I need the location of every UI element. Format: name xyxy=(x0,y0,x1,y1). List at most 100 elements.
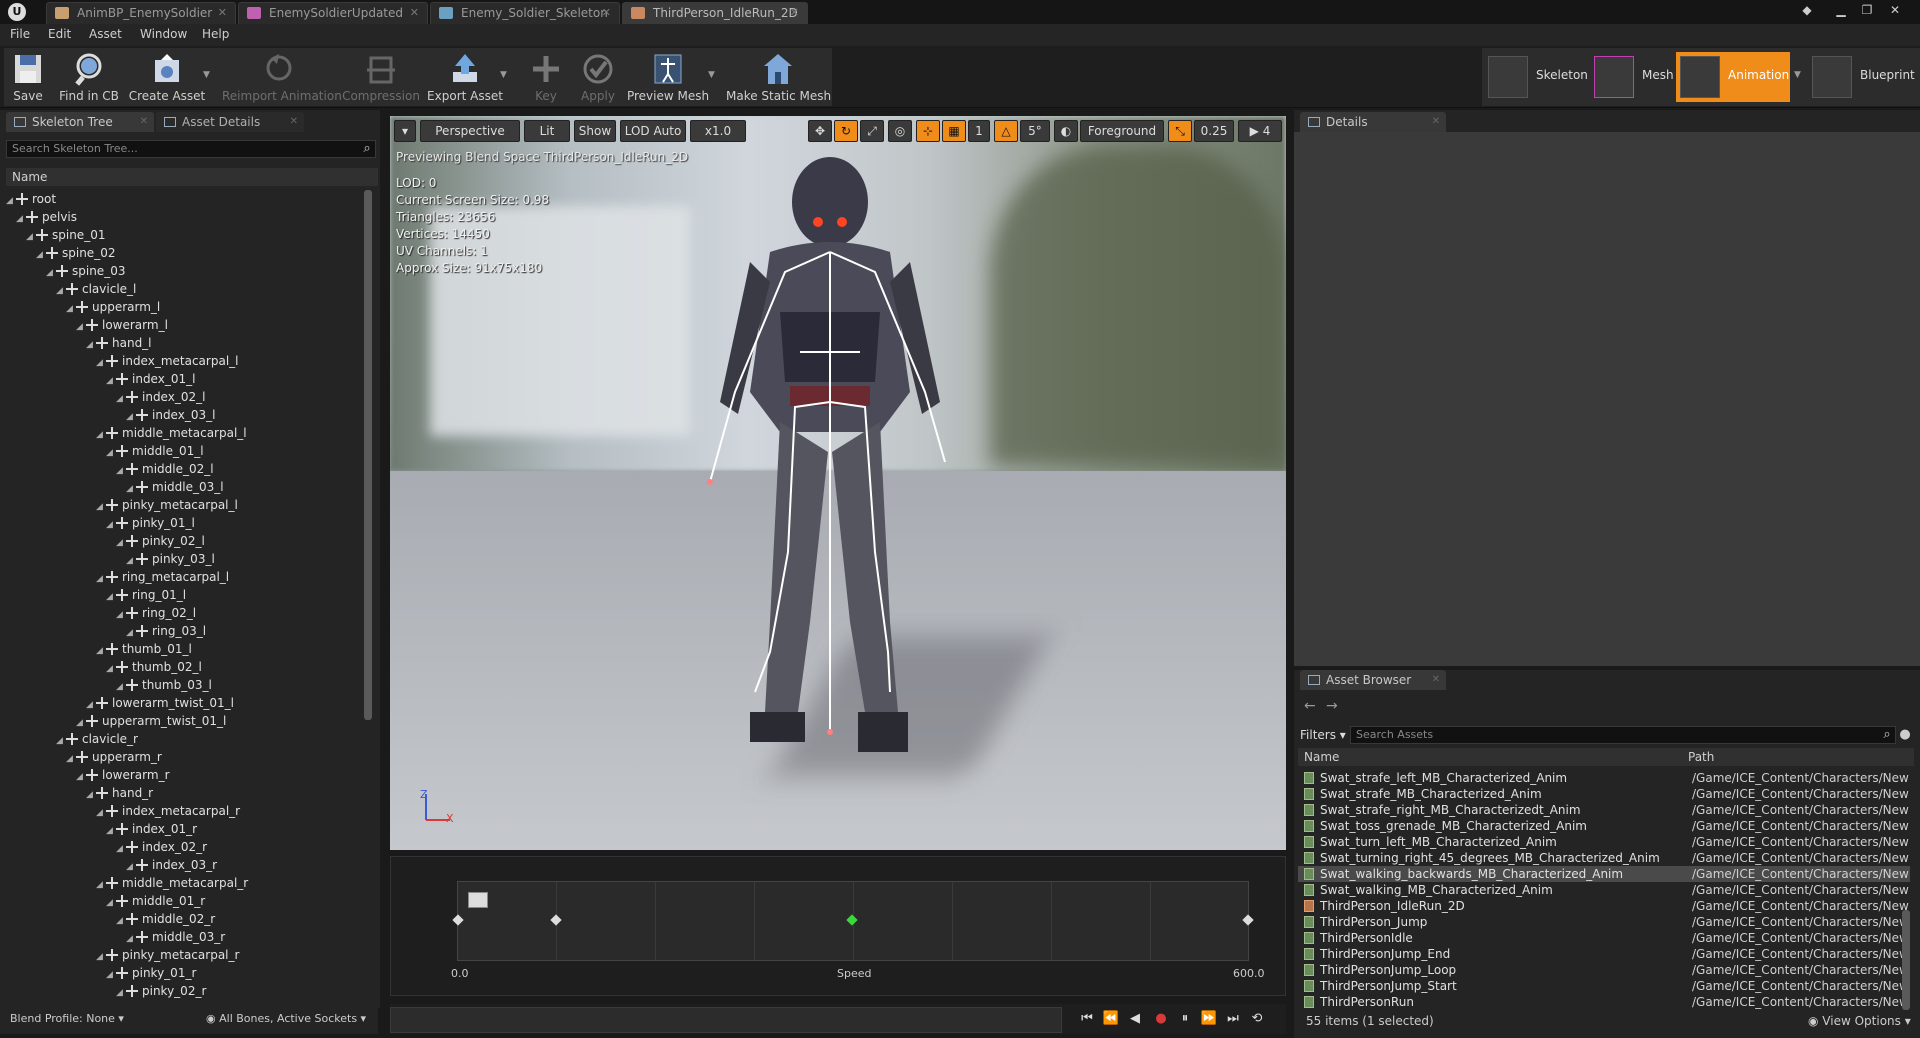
find-in-cb-button[interactable]: Find in CB xyxy=(56,48,122,104)
expand-arrow-icon[interactable]: ◢ xyxy=(116,390,126,408)
expand-arrow-icon[interactable]: ◢ xyxy=(106,372,116,390)
lod-button[interactable]: LOD Auto xyxy=(620,120,686,142)
column-header-name[interactable]: Name xyxy=(6,168,378,186)
bone-row[interactable]: ◢ middle_01_l xyxy=(106,442,204,460)
bone-row[interactable]: ◢ lowerarm_l xyxy=(76,316,168,334)
bone-row[interactable]: ◢ upperarm_l xyxy=(66,298,160,316)
mode-mesh-button[interactable]: Mesh xyxy=(1590,52,1674,102)
doc-tab-blendspace[interactable]: ThirdPerson_IdleRun_2D ✕ xyxy=(622,2,808,24)
close-icon[interactable]: ✕ xyxy=(1432,670,1440,690)
bone-row[interactable]: ◢ middle_02_r xyxy=(116,910,215,928)
record-icon[interactable]: ● xyxy=(1152,1010,1170,1028)
expand-arrow-icon[interactable]: ◢ xyxy=(106,444,116,462)
preview-viewport[interactable]: ▾ Perspective Lit Show LOD Auto x1.0 ✥ ↻… xyxy=(390,116,1286,850)
bone-row[interactable]: ◢ middle_metacarpal_l xyxy=(96,424,247,442)
skip-to-end-icon[interactable]: ⏭ xyxy=(1224,1010,1242,1028)
menu-file[interactable]: File xyxy=(10,27,30,41)
column-header-path[interactable]: Path xyxy=(1618,748,1914,766)
expand-arrow-icon[interactable]: ◢ xyxy=(106,894,116,912)
bone-row[interactable]: ◢ middle_03_r xyxy=(126,928,225,946)
expand-arrow-icon[interactable]: ◢ xyxy=(106,660,116,678)
search-icon[interactable]: ⌕ xyxy=(1880,728,1894,742)
reimport-animation-button[interactable]: Reimport Animation xyxy=(222,48,342,104)
asset-row[interactable]: ThirdPersonIdle/Game/ICE_Content/Charact… xyxy=(1298,930,1910,946)
bone-row[interactable]: ◢ spine_03 xyxy=(46,262,125,280)
asset-row[interactable]: Swat_turning_right_45_degrees_MB_Charact… xyxy=(1298,850,1910,866)
asset-row[interactable]: ThirdPersonJump_Loop/Game/ICE_Content/Ch… xyxy=(1298,962,1910,978)
expand-arrow-icon[interactable]: ◢ xyxy=(76,768,86,786)
loop-icon[interactable]: ⟲ xyxy=(1248,1010,1266,1028)
make-static-mesh-button[interactable]: Make Static Mesh xyxy=(726,48,831,104)
bone-row[interactable]: ◢ index_01_r xyxy=(106,820,197,838)
bone-row[interactable]: ◢ upperarm_twist_01_l xyxy=(76,712,226,730)
create-asset-button[interactable]: Create Asset xyxy=(128,48,206,104)
expand-arrow-icon[interactable]: ◢ xyxy=(36,246,46,264)
asset-row[interactable]: ThirdPersonJump_End/Game/ICE_Content/Cha… xyxy=(1298,946,1910,962)
bone-row[interactable]: ◢ pelvis xyxy=(16,208,77,226)
bone-filter-dropdown[interactable]: ◉ All Bones, Active Sockets ▾ xyxy=(206,1012,366,1025)
blend-sample-point[interactable] xyxy=(1242,914,1254,926)
apply-button[interactable]: Apply xyxy=(574,48,622,104)
bone-row[interactable]: ◢ ring_02_l xyxy=(116,604,196,622)
preview-mesh-button[interactable]: Preview Mesh xyxy=(626,48,710,104)
step-forward-icon[interactable]: ⏩ xyxy=(1200,1010,1218,1028)
tab-skeleton-tree[interactable]: Skeleton Tree ✕ xyxy=(6,112,154,132)
expand-arrow-icon[interactable]: ◢ xyxy=(96,570,106,588)
bone-row[interactable]: ◢ pinky_01_l xyxy=(106,514,195,532)
bone-row[interactable]: ◢ index_02_r xyxy=(116,838,207,856)
mode-animation-button[interactable]: Animation xyxy=(1676,52,1790,102)
bone-row[interactable]: ◢ spine_02 xyxy=(36,244,115,262)
user-icon[interactable]: ● xyxy=(1898,728,1912,742)
close-icon[interactable]: ✕ xyxy=(410,3,419,23)
expand-arrow-icon[interactable]: ◢ xyxy=(56,282,66,300)
menu-asset[interactable]: Asset xyxy=(89,27,122,41)
chevron-down-icon[interactable]: ▼ xyxy=(1794,70,1801,80)
close-icon[interactable]: ✕ xyxy=(140,112,148,132)
blend-sample-point[interactable] xyxy=(550,914,562,926)
asset-row[interactable]: ThirdPersonJump_Start/Game/ICE_Content/C… xyxy=(1298,978,1910,994)
expand-arrow-icon[interactable]: ◢ xyxy=(96,642,106,660)
bone-row[interactable]: ◢ spine_01 xyxy=(26,226,105,244)
bone-row[interactable]: ◢ index_metacarpal_l xyxy=(96,352,238,370)
menu-help[interactable]: Help xyxy=(202,27,229,41)
bone-row[interactable]: ◢ index_02_l xyxy=(116,388,205,406)
pause-icon[interactable]: ⏸ xyxy=(1176,1010,1194,1028)
bone-row[interactable]: ◢ lowerarm_r xyxy=(76,766,170,784)
tab-asset-details[interactable]: Asset Details ✕ xyxy=(156,112,304,132)
asset-row[interactable]: ThirdPerson_IdleRun_2D/Game/ICE_Content/… xyxy=(1298,898,1910,914)
asset-search-input[interactable]: Search Assets xyxy=(1350,726,1896,744)
blend-preview-point[interactable] xyxy=(846,914,858,926)
bone-row[interactable]: ◢ thumb_02_l xyxy=(106,658,202,676)
bone-row[interactable]: ◢ middle_03_l xyxy=(126,478,224,496)
expand-arrow-icon[interactable]: ◢ xyxy=(106,588,116,606)
filters-dropdown[interactable]: Filters ▾ xyxy=(1300,728,1346,742)
expand-arrow-icon[interactable]: ◢ xyxy=(56,732,66,750)
expand-arrow-icon[interactable]: ◢ xyxy=(96,804,106,822)
close-icon[interactable]: ✕ xyxy=(218,3,227,23)
asset-row[interactable]: ThirdPerson_Jump/Game/ICE_Content/Charac… xyxy=(1298,914,1910,930)
playback-speed-button[interactable]: x1.0 xyxy=(690,120,746,142)
asset-row[interactable]: Swat_strafe_right_MB_Characterizedt_Anim… xyxy=(1298,802,1910,818)
expand-arrow-icon[interactable]: ◢ xyxy=(116,462,126,480)
expand-arrow-icon[interactable]: ◢ xyxy=(96,948,106,966)
blend-space-grid[interactable] xyxy=(452,881,1254,961)
camera-speed-button[interactable]: ▶ 4 xyxy=(1238,120,1282,142)
close-icon[interactable]: ✕ xyxy=(290,112,298,132)
close-window-button[interactable]: ✕ xyxy=(1884,1,1906,19)
expand-arrow-icon[interactable]: ◢ xyxy=(76,318,86,336)
forward-arrow-icon[interactable]: → xyxy=(1326,698,1338,714)
bone-row[interactable]: ◢ middle_metacarpal_r xyxy=(96,874,248,892)
foreground-button[interactable]: Foreground xyxy=(1080,120,1164,142)
key-button[interactable]: Key xyxy=(522,48,570,104)
scale-snap-icon[interactable]: ⤡ xyxy=(1168,120,1192,142)
tab-asset-browser[interactable]: Asset Browser ✕ xyxy=(1300,670,1446,690)
bone-row[interactable]: ◢ pinky_02_l xyxy=(116,532,205,550)
close-icon[interactable]: ✕ xyxy=(790,3,799,23)
translate-icon[interactable]: ✥ xyxy=(808,120,832,142)
doc-tab-animbp[interactable]: AnimBP_EnemySoldier ✕ xyxy=(46,2,236,24)
world-space-icon[interactable]: ◎ xyxy=(888,120,912,142)
close-icon[interactable]: ✕ xyxy=(1432,112,1440,132)
asset-row[interactable]: Swat_turn_left_MB_Characterized_Anim/Gam… xyxy=(1298,834,1910,850)
bone-row[interactable]: ◢ clavicle_r xyxy=(56,730,138,748)
notification-icon[interactable]: ◆ xyxy=(1796,1,1818,19)
